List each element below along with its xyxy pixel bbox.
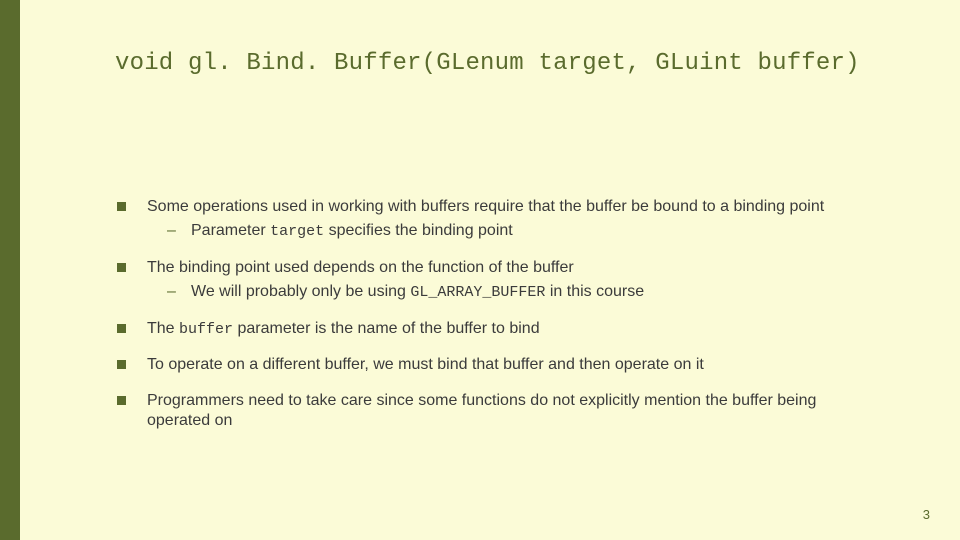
page-number: 3 [923,507,930,522]
sub-item-pre: We will probably only be using [191,283,410,300]
sub-list-item: Parameter target specifies the binding p… [147,221,880,242]
list-item-text: To operate on a different buffer, we mus… [147,356,704,373]
inline-code: target [270,223,324,240]
list-item: To operate on a different buffer, we mus… [115,355,880,375]
list-item-pre: The [147,320,179,337]
sub-list: We will probably only be using GL_ARRAY_… [147,282,880,303]
inline-code: buffer [179,321,233,338]
accent-sidebar [0,0,20,540]
sub-item-post: in this course [545,283,644,300]
list-item: The binding point used depends on the fu… [115,258,880,303]
list-item-text: The binding point used depends on the fu… [147,259,574,276]
sub-list-item: We will probably only be using GL_ARRAY_… [147,282,880,303]
slide-title: void gl. Bind. Buffer(GLenum target, GLu… [115,50,880,77]
list-item: Some operations used in working with buf… [115,197,880,242]
bullet-list: Some operations used in working with buf… [115,197,880,431]
slide-content: void gl. Bind. Buffer(GLenum target, GLu… [20,0,960,540]
sub-item-pre: Parameter [191,222,270,239]
list-item-text: Programmers need to take care since some… [147,392,816,429]
sub-item-post: specifies the binding point [324,222,513,239]
inline-code: GL_ARRAY_BUFFER [410,284,545,301]
list-item: Programmers need to take care since some… [115,391,880,431]
list-item-post: parameter is the name of the buffer to b… [233,320,540,337]
list-item-text: Some operations used in working with buf… [147,198,824,215]
sub-list: Parameter target specifies the binding p… [147,221,880,242]
list-item: The buffer parameter is the name of the … [115,319,880,340]
